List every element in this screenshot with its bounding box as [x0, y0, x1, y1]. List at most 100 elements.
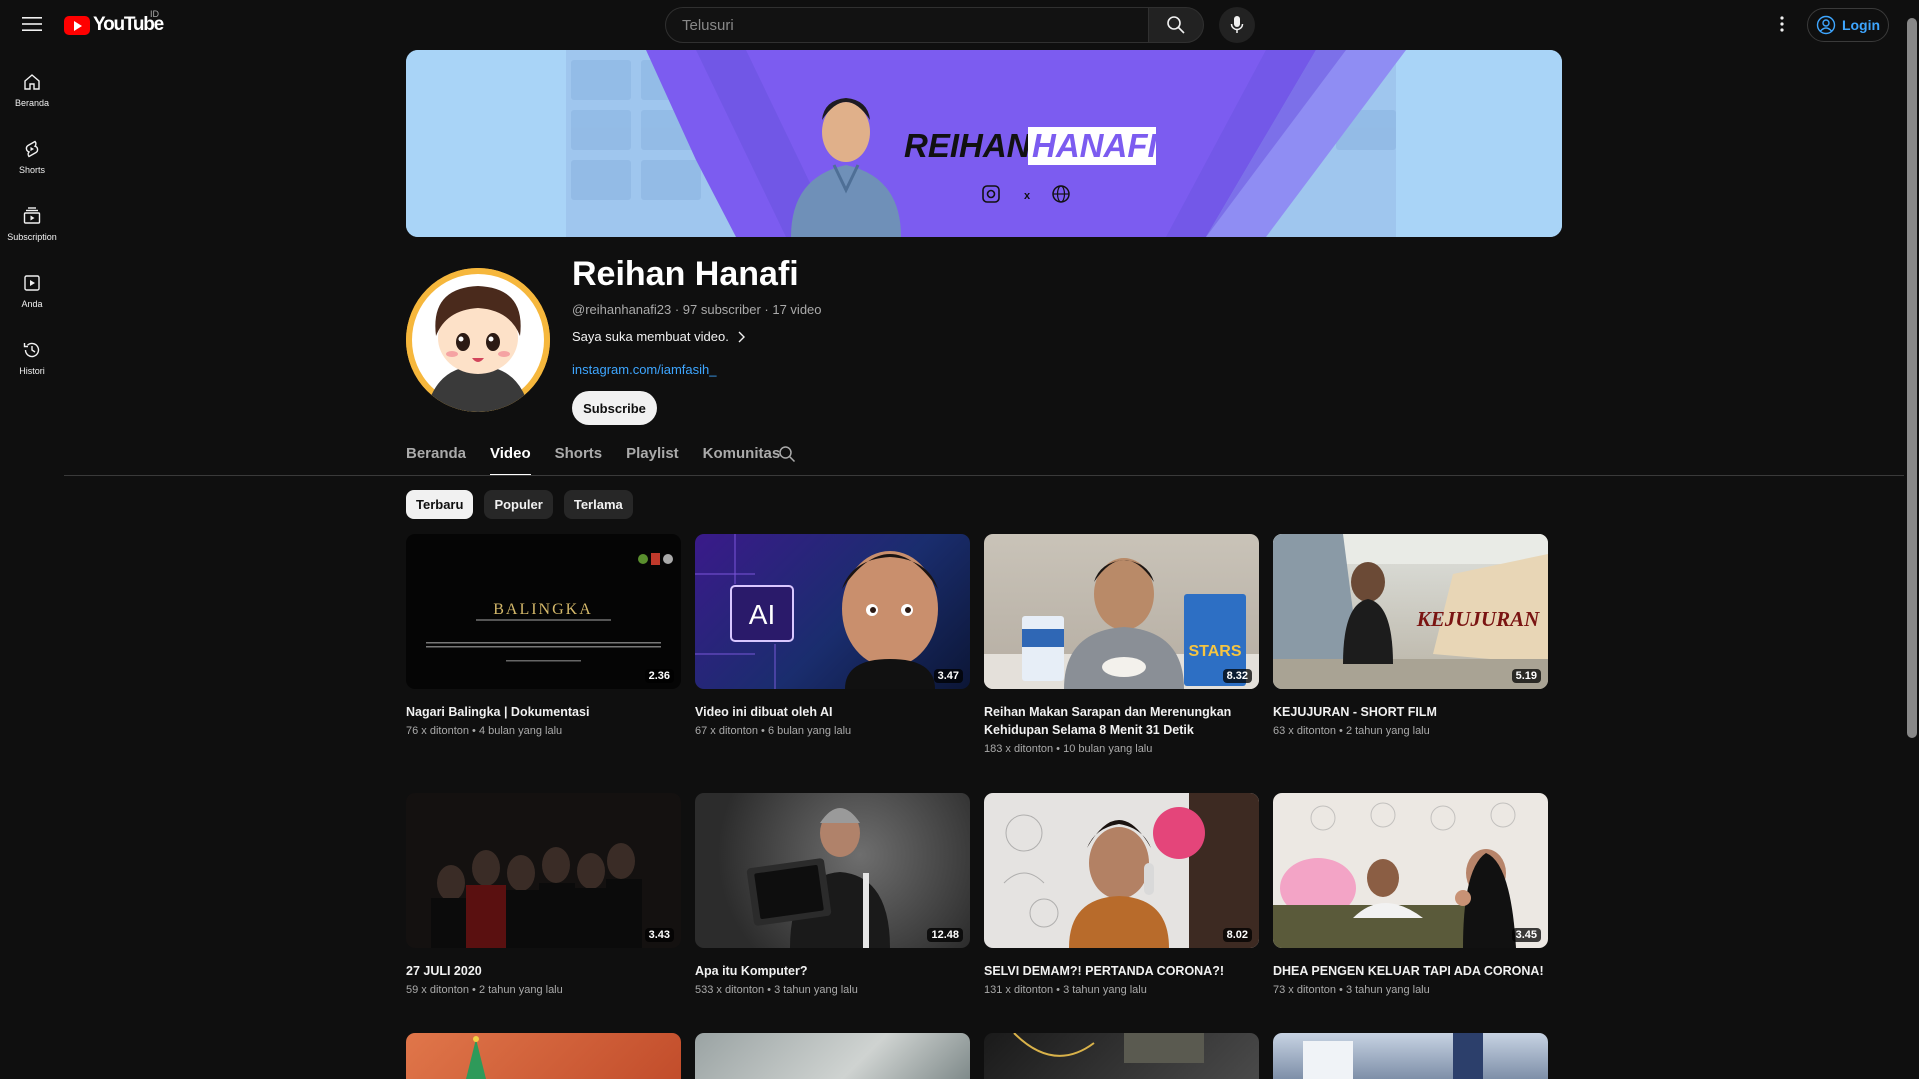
- history-icon: [23, 342, 40, 357]
- voice-search-button[interactable]: [1219, 7, 1255, 43]
- banner-name-part1: REIHAN: [904, 127, 1032, 164]
- channel-search-button[interactable]: [778, 445, 796, 468]
- video-meta: 131 x ditonton • 3 tahun yang lalu: [984, 984, 1147, 996]
- video-title[interactable]: 27 JULI 2020: [406, 962, 681, 980]
- video-card[interactable]: 3.43 27 JULI 2020 59 x ditonton • 2 tahu…: [406, 793, 681, 996]
- tab-playlist[interactable]: Playlist: [626, 440, 679, 476]
- video-card[interactable]: AI 3.47 Video ini dibuat oleh AI 67 x di…: [695, 534, 970, 737]
- rail-label: Anda: [21, 298, 43, 309]
- settings-menu-button[interactable]: [1770, 12, 1794, 36]
- rail-item-shorts[interactable]: Shorts: [0, 123, 64, 190]
- video-title-line2: Kehidupan Selama 8 Menit 31 Detik: [984, 723, 1194, 737]
- video-title[interactable]: DHEA PENGEN KELUAR TAPI ADA CORONA!: [1273, 962, 1548, 980]
- video-thumbnail[interactable]: KEJUJURAN 5.19: [1273, 534, 1548, 689]
- rail-label: Subscription: [7, 231, 57, 242]
- banner-artwork: REIHAN HANAFI x: [406, 50, 1562, 237]
- video-card[interactable]: BALINGKA 2.36 Nagari Balingka | Dokument…: [406, 534, 681, 737]
- tab-komunitas[interactable]: Komunitas: [703, 440, 781, 476]
- video-card[interactable]: KEJUJURAN 5.19 KEJUJURAN - SHORT FILM 63…: [1273, 534, 1548, 737]
- video-meta: 59 x ditonton • 2 tahun yang lalu: [406, 984, 563, 996]
- channel-description-text: Saya suka membuat video.: [572, 329, 729, 344]
- video-thumbnail[interactable]: [406, 1033, 681, 1079]
- account-icon: [1816, 15, 1836, 35]
- video-title-line1: Reihan Makan Sarapan dan Merenungkan: [984, 705, 1232, 719]
- subscriptions-icon: [23, 206, 41, 224]
- more-vert-icon: [1780, 16, 1784, 32]
- video-title[interactable]: Apa itu Komputer?: [695, 962, 970, 980]
- channel-meta: @reihanhanafi23 · 97 subscriber · 17 vid…: [572, 302, 822, 317]
- video-meta: 183 x ditonton • 10 bulan yang lalu: [984, 743, 1153, 755]
- video-title[interactable]: Reihan Makan Sarapan dan Merenungkan Keh…: [984, 703, 1259, 739]
- video-meta: 73 x ditonton • 3 tahun yang lalu: [1273, 984, 1430, 996]
- search-box: [665, 7, 1149, 43]
- rail-item-home[interactable]: Beranda: [0, 56, 64, 123]
- video-card[interactable]: 12.48 Apa itu Komputer? 533 x ditonton •…: [695, 793, 970, 996]
- video-duration: 8.32: [1222, 669, 1252, 683]
- video-thumbnail[interactable]: [984, 1033, 1259, 1079]
- video-title[interactable]: KEJUJURAN - SHORT FILM: [1273, 703, 1548, 721]
- video-duration: 5.19: [1511, 669, 1541, 683]
- rail-item-subscriptions[interactable]: Subscription: [0, 190, 64, 257]
- video-card[interactable]: STARS 8.32 Reihan Makan Sarapan dan Mere…: [984, 534, 1259, 755]
- video-duration: 3.43: [644, 928, 674, 942]
- search-button[interactable]: [1148, 7, 1204, 43]
- chevron-right-icon: [738, 331, 745, 342]
- video-duration: 3.47: [933, 669, 963, 683]
- video-title[interactable]: SELVI DEMAM?! PERTANDA CORONA?!: [984, 962, 1259, 980]
- video-duration: 2.36: [644, 669, 674, 683]
- tab-shorts[interactable]: Shorts: [555, 440, 603, 476]
- rail-label: Shorts: [18, 164, 45, 175]
- tab-video[interactable]: Video: [490, 440, 531, 476]
- rail-label: Histori: [19, 365, 45, 376]
- scrollbar-thumb[interactable]: [1907, 18, 1917, 738]
- video-title[interactable]: Video ini dibuat oleh AI: [695, 703, 970, 721]
- x-icon: x: [1024, 190, 1031, 202]
- video-title[interactable]: Nagari Balingka | Dokumentasi: [406, 703, 681, 721]
- video-thumbnail[interactable]: 3.43: [406, 793, 681, 948]
- home-icon: [24, 73, 40, 90]
- video-duration: 8.02: [1222, 928, 1252, 942]
- tab-beranda[interactable]: Beranda: [406, 440, 466, 476]
- you-icon: [24, 274, 40, 291]
- microphone-icon: [1230, 16, 1244, 33]
- video-thumbnail[interactable]: STARS 8.32: [984, 534, 1259, 689]
- tabs-divider: [64, 475, 1904, 476]
- chip-terbaru[interactable]: Terbaru: [406, 490, 474, 519]
- channel-tabs: Beranda Video Shorts Playlist Komunitas: [406, 440, 804, 476]
- video-thumbnail[interactable]: AI 3.47: [695, 534, 970, 689]
- shorts-icon: [25, 140, 39, 157]
- rail-item-you[interactable]: Anda: [0, 257, 64, 324]
- video-card[interactable]: 8.02 SELVI DEMAM?! PERTANDA CORONA?! 131…: [984, 793, 1259, 996]
- login-button[interactable]: Login: [1807, 8, 1889, 42]
- sort-chips: Terbaru Populer Terlama: [406, 490, 633, 519]
- channel-avatar[interactable]: [406, 268, 550, 412]
- video-meta: 63 x ditonton • 2 tahun yang lalu: [1273, 725, 1430, 737]
- channel-name: Reihan Hanafi: [572, 255, 799, 293]
- video-duration: 12.48: [927, 928, 963, 942]
- thumbnail-text: KEJUJURAN: [1416, 607, 1540, 631]
- chip-terlama[interactable]: Terlama: [563, 490, 633, 519]
- rail-item-history[interactable]: Histori: [0, 324, 64, 391]
- youtube-play-icon: [64, 15, 90, 35]
- video-thumbnail[interactable]: 8.02: [984, 793, 1259, 948]
- channel-link[interactable]: instagram.com/iamfasih_: [572, 362, 717, 377]
- thumbnail-text: STARS: [1188, 643, 1241, 660]
- login-label: Login: [1841, 17, 1881, 33]
- country-code: ID: [150, 9, 159, 19]
- search-icon: [779, 446, 796, 463]
- video-meta: 76 x ditonton • 4 bulan yang lalu: [406, 725, 563, 737]
- video-thumbnail[interactable]: [1273, 1033, 1548, 1079]
- search-input[interactable]: [666, 8, 1148, 42]
- video-thumbnail[interactable]: [695, 1033, 970, 1079]
- video-thumbnail[interactable]: 12.48: [695, 793, 970, 948]
- menu-icon[interactable]: [20, 12, 44, 36]
- video-duration: 3.45: [1511, 928, 1541, 942]
- channel-description[interactable]: Saya suka membuat video.: [572, 329, 745, 344]
- video-thumbnail[interactable]: BALINGKA 2.36: [406, 534, 681, 689]
- video-meta: 67 x ditonton • 6 bulan yang lalu: [695, 725, 852, 737]
- subscribe-button[interactable]: Subscribe: [572, 391, 657, 425]
- video-thumbnail[interactable]: 3.45: [1273, 793, 1548, 948]
- video-card[interactable]: 3.45 DHEA PENGEN KELUAR TAPI ADA CORONA!…: [1273, 793, 1548, 996]
- chip-populer[interactable]: Populer: [484, 490, 553, 519]
- youtube-logo[interactable]: YouTube ID: [64, 9, 164, 37]
